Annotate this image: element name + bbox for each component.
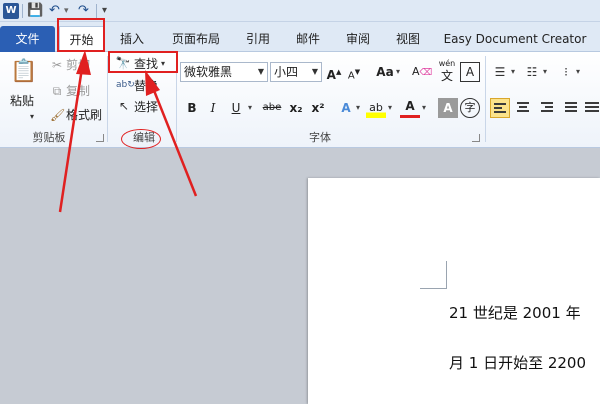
text-effects-dropdown-icon[interactable]: ▾ — [356, 98, 360, 118]
font-color-dropdown-icon[interactable]: ▾ — [422, 98, 426, 118]
select-button[interactable]: 选择 — [134, 100, 158, 114]
grow-font-button[interactable]: A▲ — [324, 62, 344, 82]
font-name-combo[interactable]: 微软雅黑 ▼ — [180, 62, 268, 82]
font-color-button[interactable]: A — [400, 98, 420, 118]
font-name-value: 微软雅黑 — [184, 65, 233, 79]
multilevel-list-icon[interactable]: ⁝ — [558, 65, 574, 79]
underline-button[interactable]: U — [226, 98, 246, 118]
tab-page-layout[interactable]: 页面布局 — [164, 26, 228, 52]
tab-review[interactable]: 审阅 — [338, 26, 378, 52]
scissors-icon: ✂ — [51, 58, 63, 72]
shrink-font-button[interactable]: A▼ — [344, 62, 364, 82]
document-text-line-1[interactable]: 21 世纪是 2001 年 — [449, 302, 581, 323]
undo-dropdown-icon[interactable]: ▾ — [64, 3, 69, 19]
numbering-dropdown-icon[interactable]: ▾ — [543, 62, 547, 82]
clear-formatting-button[interactable]: A⌫ — [412, 62, 432, 82]
paste-button[interactable]: 粘贴 — [10, 94, 34, 108]
customize-toolbar-icon[interactable]: ▾ — [102, 3, 107, 19]
change-case-dropdown-icon[interactable]: ▾ — [396, 62, 400, 82]
justify-icon — [565, 102, 579, 114]
align-left-button[interactable] — [490, 98, 510, 118]
font-launcher-icon[interactable] — [472, 134, 480, 142]
paste-dropdown-icon[interactable]: ▾ — [30, 110, 34, 124]
cursor-icon: ↖ — [118, 99, 130, 113]
copy-icon: ⧉ — [52, 84, 62, 98]
word-logo-icon[interactable]: W — [3, 3, 19, 19]
tab-mailings[interactable]: 邮件 — [288, 26, 328, 52]
copy-button[interactable]: 复制 — [66, 84, 90, 98]
find-button-highlight-box — [108, 51, 178, 73]
cut-button[interactable]: 剪切 — [66, 58, 90, 72]
tab-file[interactable]: 文件 — [0, 26, 55, 52]
highlight-dropdown-icon[interactable]: ▾ — [388, 98, 392, 118]
italic-button[interactable]: I — [203, 98, 223, 118]
page-corner-mark — [420, 261, 447, 289]
subscript-button[interactable]: x₂ — [286, 98, 306, 118]
change-case-button[interactable]: Aa — [372, 62, 398, 82]
clipboard-group-label: 剪贴板 — [32, 131, 66, 144]
character-shading-button[interactable]: A — [438, 98, 458, 118]
enclose-characters-button[interactable]: 字 — [460, 98, 480, 118]
bullets-icon[interactable]: ☰ — [492, 65, 508, 79]
distributed-button[interactable] — [584, 98, 600, 118]
clipboard-icon[interactable]: 📋 — [10, 58, 37, 86]
editing-label-highlight-ellipse — [121, 129, 161, 149]
format-painter-button[interactable]: 格式刷 — [66, 108, 102, 122]
align-right-button[interactable] — [538, 98, 558, 118]
character-border-button[interactable]: A — [460, 62, 480, 82]
font-size-dropdown-icon[interactable]: ▼ — [312, 63, 318, 81]
font-group-label: 字体 — [309, 131, 331, 144]
bullets-dropdown-icon[interactable]: ▾ — [511, 62, 515, 82]
font-size-combo[interactable]: 小四 ▼ — [270, 62, 322, 82]
align-right-icon — [541, 102, 555, 114]
distributed-icon — [585, 102, 599, 114]
tab-easy-document-creator[interactable]: Easy Document Creator — [440, 26, 590, 52]
document-text-line-2[interactable]: 月 1 日开始至 2200 — [449, 352, 586, 373]
superscript-button[interactable]: x² — [308, 98, 328, 118]
align-center-icon — [517, 102, 531, 114]
phonetic-guide-button[interactable]: wén 文 — [436, 58, 458, 82]
replace-button[interactable]: 替换 — [134, 79, 158, 93]
text-effects-button[interactable]: A — [336, 98, 356, 118]
bold-button[interactable]: B — [182, 98, 202, 118]
undo-icon[interactable]: ↶ — [49, 3, 60, 19]
redo-icon[interactable]: ↷ — [78, 3, 89, 19]
multilevel-dropdown-icon[interactable]: ▾ — [576, 62, 580, 82]
ribbon-home: 📋 粘贴 ▾ ✂ 剪切 ⧉ 复制 🖌 格式刷 剪贴板 🔭 查找 ▾ ab↻ 替换… — [0, 52, 600, 148]
strikethrough-button[interactable]: abe — [259, 98, 285, 118]
paintbrush-icon: 🖌 — [50, 108, 66, 122]
highlight-color-button[interactable]: ab — [366, 98, 386, 118]
replace-icon: ab↻ — [116, 80, 135, 90]
toolbar-divider — [22, 4, 23, 18]
save-icon[interactable]: 💾 — [27, 3, 43, 19]
justify-button[interactable] — [562, 98, 582, 118]
align-left-icon — [494, 103, 508, 115]
home-tab-highlight-box — [57, 18, 105, 52]
align-center-button[interactable] — [514, 98, 534, 118]
font-name-dropdown-icon[interactable]: ▼ — [258, 63, 264, 81]
underline-dropdown-icon[interactable]: ▾ — [248, 98, 252, 118]
tab-references[interactable]: 引用 — [238, 26, 278, 52]
tab-insert[interactable]: 插入 — [110, 26, 154, 52]
font-size-value: 小四 — [274, 65, 299, 79]
group-divider — [485, 56, 486, 142]
tab-view[interactable]: 视图 — [388, 26, 428, 52]
toolbar-divider — [96, 4, 97, 18]
numbering-icon[interactable]: ☷ — [524, 65, 540, 79]
clipboard-launcher-icon[interactable] — [96, 134, 104, 142]
